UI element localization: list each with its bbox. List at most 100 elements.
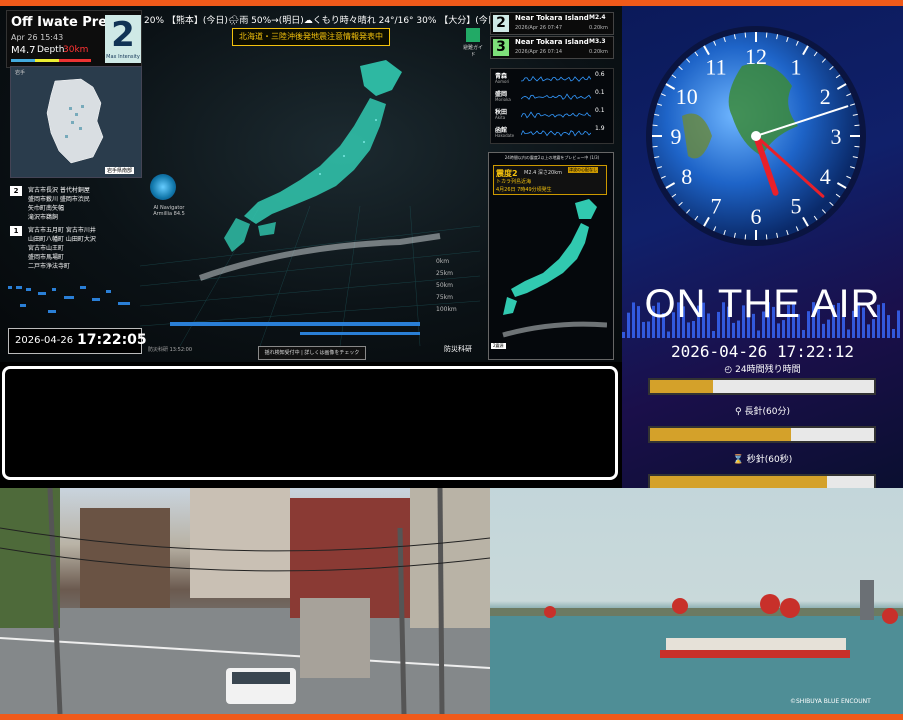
recent-quake-card: 2 Near Tokara Island 2026/Apr 26 07:47 M2.4…: [490, 12, 614, 35]
preview-time: 4月26日 7時49分頃発生: [496, 186, 552, 193]
progress-track: [648, 474, 876, 488]
progress-label-text: 24時間残り時間: [735, 365, 800, 375]
preview-quake-card: 震度2 M2.4 深さ20km 津波の心配なし トカラ列島近海 4月26日 7時…: [493, 165, 607, 195]
progress-track: [648, 426, 876, 443]
clock-icon: ◴: [724, 365, 735, 375]
region-line: 盛岡市馬場町: [28, 253, 64, 262]
seismograph-row: 盛岡 Morioka 0.1: [495, 89, 609, 106]
progress-fill: [650, 380, 713, 393]
seismograph-row: 秋田 Akita 0.1: [495, 107, 609, 124]
progress-label-text: 秒針(60秒): [747, 455, 792, 465]
clock-tick: [766, 33, 767, 38]
quake-color-bar: [11, 59, 91, 62]
progress-label: ⌛ 秒針(60秒): [622, 452, 903, 465]
clock-center: [751, 131, 761, 141]
clock-number: 6: [751, 204, 762, 229]
intensity-label: Max Intensity: [105, 54, 141, 60]
honshu: [244, 98, 386, 224]
analog-clock: 12 1234567891011: [622, 6, 903, 276]
clock-panel: 12 1 2 3 4 5 6 7 8 9 10 11 ON THE AIR 2026-04-26 17…: [622, 6, 903, 488]
station-sub: Hakodate: [495, 133, 514, 138]
preview-tag: 2震源: [491, 343, 506, 349]
hokkaido: [360, 60, 402, 96]
preview-title: 24時間以内の震度2以上の地震をプレビュー中 (1/3): [493, 155, 611, 161]
eq-bar: [892, 329, 895, 338]
progress-label-text: 長針(60分): [744, 407, 789, 417]
recent-quake-depth: 0.20km: [589, 49, 608, 55]
region-line: 盛岡市薮川 盛岡市渋民: [28, 195, 90, 204]
boat-race-camera-feed: ©SHIBUYA BLUE ENCOUNT: [490, 488, 903, 714]
intensity-number: 2: [105, 15, 141, 55]
progress-fill: [650, 428, 791, 441]
scale-label: 0km: [436, 256, 457, 268]
clock-number: 11: [705, 55, 726, 80]
street-scene: [0, 488, 490, 714]
quake-depth-label: Depth: [37, 45, 64, 55]
recent-quake-date: 2026/Apr 26 07:47: [515, 25, 562, 31]
progress-label: ⚲ 長針(60分): [622, 404, 903, 417]
iwate-shape: [41, 77, 111, 165]
clock-number: 4: [820, 164, 831, 189]
region-line: 宮古市五月町 宮古市川井: [28, 226, 96, 235]
station-value: 0.1: [595, 89, 605, 96]
recent-quake-location: Near Tokara Island: [515, 14, 589, 22]
hazard-guide-icon: [466, 28, 480, 42]
scale-label: 25km: [436, 268, 457, 280]
station-waveform: [521, 127, 591, 139]
bottom-border: [0, 714, 903, 720]
clock-number: 10: [676, 84, 698, 109]
station-waveform: [521, 73, 591, 85]
alert-banner: 北海道・三陸沖後発地震注意情報発表中: [232, 28, 390, 46]
max-intensity-box: 2 Max Intensity: [105, 15, 141, 63]
seismograph-row: 青森 Aomori 0.6: [495, 71, 609, 88]
preview-tsunami-badge: 津波の心配なし: [568, 167, 598, 173]
region-level-badge: 1: [10, 226, 22, 236]
distance-scale: 0km 25km 50km 75km 100km: [436, 256, 457, 316]
clock-tick: [854, 146, 859, 147]
clock-tick: [653, 146, 658, 147]
clock-number: 5: [791, 193, 802, 218]
station-waveform: [521, 109, 591, 121]
station-bars: [8, 284, 138, 324]
progress-label: ◴ 24時間残り時間: [622, 362, 903, 375]
preview-panel: 24時間以内の震度2以上の地震をプレビュー中 (1/3) 震度2 M2.4 深さ…: [488, 152, 614, 360]
scale-label: 50km: [436, 280, 457, 292]
kyushu: [224, 218, 250, 252]
quake-depth: 30km: [63, 45, 88, 55]
station-value: 0.6: [595, 71, 605, 78]
preview-map: [493, 193, 607, 349]
clock-tick: [745, 33, 746, 38]
eq-bar: [622, 332, 625, 338]
recent-quake-magnitude: M2.4: [589, 14, 606, 21]
clock-tick: [766, 234, 767, 239]
eq-bar: [802, 330, 805, 338]
station-value: 1.9: [595, 125, 605, 132]
clock-number: 9: [671, 124, 682, 149]
clock-tick: [854, 125, 859, 126]
region-level-badge: 2: [10, 186, 22, 196]
recent-quake-magnitude: M3.3: [589, 38, 606, 45]
station-waveform: [521, 91, 591, 103]
bousai-logo: 防災科研: [444, 344, 472, 354]
station-sub: Akita: [495, 115, 505, 120]
station-value: 0.1: [595, 107, 605, 114]
shikoku: [258, 222, 276, 236]
river-caption: ©SHIBUYA BLUE ENCOUNT: [790, 698, 871, 705]
eq-bar: [667, 331, 670, 338]
clock-tick: [653, 125, 658, 126]
scale-label: 75km: [436, 292, 457, 304]
caption-area: [2, 366, 618, 480]
latest-quake-card: Off Iwate Prefe Apr 26 15:43 M4.7 Depth …: [6, 10, 142, 68]
check-banner: 揺れ検知受付中 | 詳しくは画像をチェック: [258, 346, 366, 360]
mini-map-tag: 岩手県南部: [105, 167, 134, 174]
eq-bar: [712, 331, 715, 338]
boat-race-scene: [490, 488, 903, 714]
recent-quake-number: 2: [493, 15, 509, 32]
japan-3d-map: [140, 46, 480, 346]
clock-tick: [745, 234, 746, 239]
quake-magnitude: M4.7: [11, 45, 36, 56]
clock-number: 12: [745, 44, 767, 69]
clock-number: 1: [791, 55, 802, 80]
earthquake-map-panel: 20% 【熊本】(今日)🌧雨 50%→(明日)☁くもり時々晴れ 24°/16° …: [0, 6, 622, 362]
progress-track: [648, 378, 876, 395]
